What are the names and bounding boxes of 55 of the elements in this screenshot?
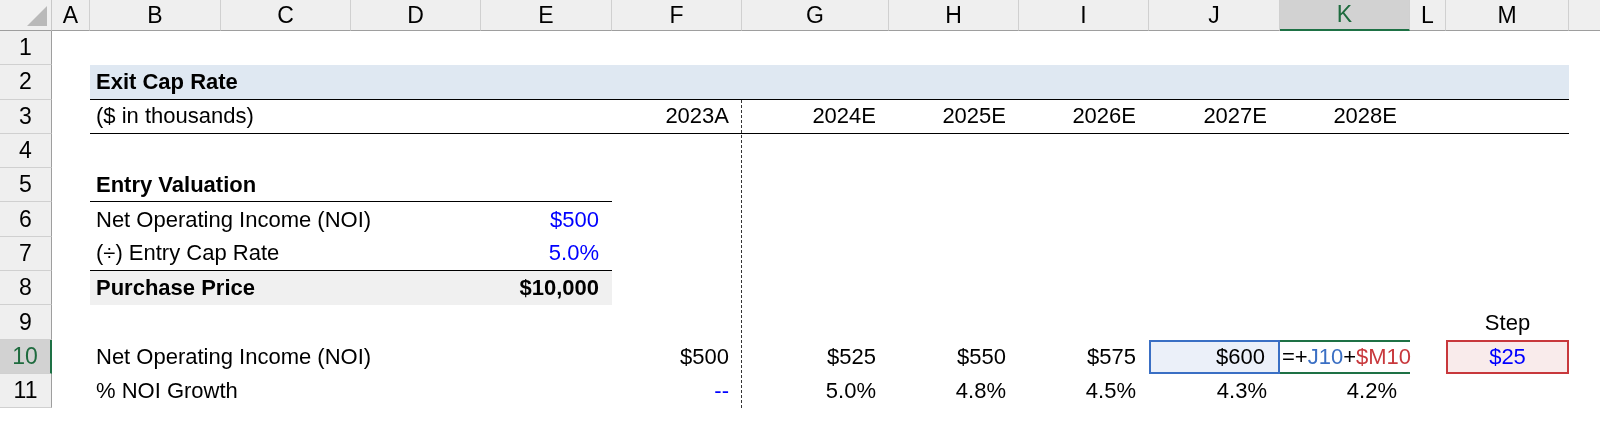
selected-cell[interactable]: $25 — [1446, 339, 1569, 374]
column-header[interactable]: D — [351, 0, 481, 31]
row-header[interactable]: 1 — [0, 31, 52, 66]
row-header[interactable]: 7 — [0, 236, 52, 272]
row-header[interactable]: 5 — [0, 168, 52, 203]
row-header[interactable]: 4 — [0, 133, 52, 169]
column-label: 2025E — [889, 99, 1019, 134]
column-header[interactable]: J — [1149, 0, 1280, 31]
table-cell-text: 4.8% — [954, 377, 1007, 406]
column-header[interactable]: G — [742, 0, 889, 31]
row-header[interactable]: 6 — [0, 202, 52, 237]
table-cell-text: 4.5% — [1084, 377, 1137, 406]
table-cell-text: % NOI Growth — [95, 377, 239, 406]
select-all-button[interactable] — [0, 0, 52, 31]
column-label: 2026E — [1019, 99, 1149, 134]
column-header[interactable]: K — [1280, 0, 1410, 31]
selected-cell[interactable]: $600 — [1149, 339, 1280, 374]
row-header[interactable]: 3 — [0, 99, 52, 134]
table-cell-text: 4.2% — [1345, 377, 1398, 406]
column-header[interactable]: E — [481, 0, 612, 31]
section-heading: Entry Valuation — [90, 168, 612, 203]
column-header[interactable]: L — [1410, 0, 1446, 31]
table-cell-text: 4.3% — [1215, 377, 1268, 406]
table-cell-text: $575 — [1086, 342, 1137, 371]
table-cell-text: $550 — [956, 342, 1007, 371]
select-all-icon — [27, 6, 47, 26]
column-header[interactable]: M — [1446, 0, 1569, 31]
column-label: 2028E — [1280, 99, 1410, 134]
row-header[interactable]: 2 — [0, 65, 52, 100]
column-label: Step — [1483, 308, 1532, 337]
row-header[interactable]: 8 — [0, 271, 52, 306]
table-cell: $10,000 — [481, 271, 612, 306]
table-cell: ($ in thousands) — [90, 99, 612, 134]
row-header[interactable]: 11 — [0, 373, 52, 409]
sheet-title: Exit Cap Rate — [90, 65, 1569, 100]
row-header[interactable]: 10 — [0, 339, 52, 374]
column-header[interactable]: A — [52, 0, 90, 31]
table-cell-text: 5.0% — [824, 377, 877, 406]
table-cell: Purchase Price — [90, 271, 481, 306]
formula-cell[interactable]: =+J10+$M10 — [1280, 339, 1410, 374]
column-header[interactable]: C — [221, 0, 351, 31]
column-header[interactable]: B — [90, 0, 221, 31]
table-cell-text: Net Operating Income (NOI) — [95, 205, 373, 234]
row-header[interactable]: 9 — [0, 305, 52, 340]
column-label: 2027E — [1149, 99, 1280, 134]
column-header[interactable]: F — [612, 0, 742, 31]
table-cell-text: $500 — [549, 205, 600, 234]
column-header[interactable]: I — [1019, 0, 1149, 31]
column-header[interactable]: H — [889, 0, 1019, 31]
column-label: 2024E — [742, 99, 889, 134]
table-cell-text: -- — [713, 377, 730, 406]
table-cell-text: $500 — [679, 342, 730, 371]
table-cell-text: Net Operating Income (NOI) — [95, 342, 373, 371]
table-cell-text: $525 — [826, 342, 877, 371]
column-label: 2023A — [612, 99, 742, 134]
